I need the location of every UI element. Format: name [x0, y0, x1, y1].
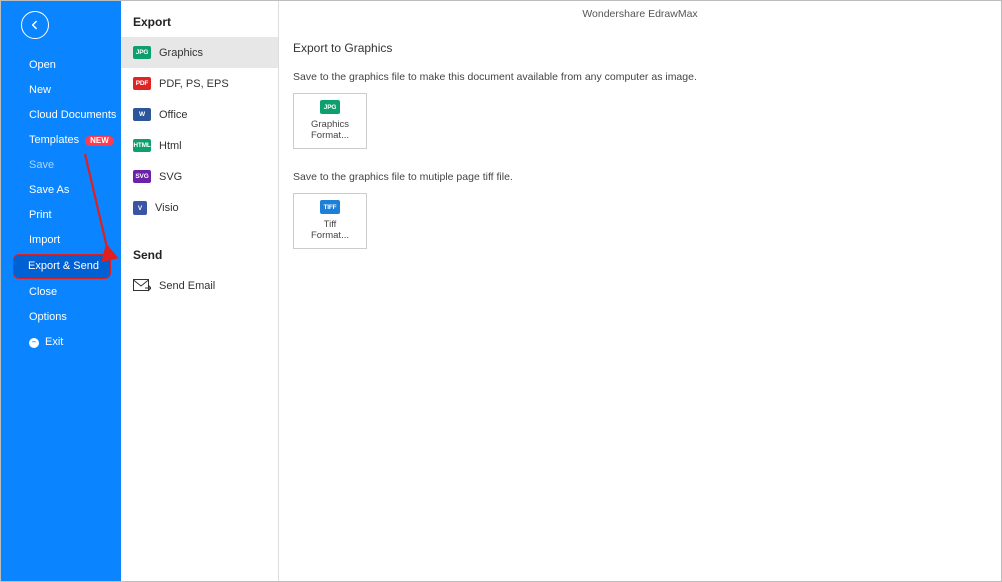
sidebar-item-label: Close	[29, 287, 57, 298]
pdf-icon: PDF	[133, 77, 151, 90]
sidebar-item-label: New	[29, 85, 51, 96]
svg-icon: SVG	[133, 170, 151, 183]
sidebar-item-label: Export & Send	[28, 261, 99, 272]
send-section-title: Send	[121, 224, 278, 270]
exit-icon: –	[29, 338, 39, 348]
sidebar-item-close[interactable]: Close	[1, 280, 121, 305]
back-button[interactable]	[21, 11, 49, 39]
export-item-label: SVG	[159, 171, 182, 183]
sidebar-item-new[interactable]: New	[1, 78, 121, 103]
jpg-icon: JPG	[133, 46, 151, 59]
tiff-icon: TIFF	[320, 200, 340, 214]
sidebar: Open New Cloud Documents Templates NEW S…	[1, 1, 121, 581]
sidebar-item-cloud-documents[interactable]: Cloud Documents	[1, 103, 121, 128]
sidebar-item-label: Save As	[29, 185, 69, 196]
sidebar-item-label: Print	[29, 210, 52, 221]
export-section-title: Export	[121, 1, 278, 37]
export-item-visio[interactable]: V Visio	[121, 192, 278, 224]
send-item-email[interactable]: Send Email	[121, 270, 278, 302]
tiff-format-tile[interactable]: TIFF Tiff Format...	[293, 193, 367, 249]
sidebar-item-label: Cloud Documents	[29, 110, 116, 121]
export-panel: Export JPG Graphics PDF PDF, PS, EPS W O…	[121, 1, 279, 581]
export-item-label: Visio	[155, 202, 179, 214]
export-item-label: PDF, PS, EPS	[159, 78, 229, 90]
sidebar-item-label: Options	[29, 312, 67, 323]
send-item-label: Send Email	[159, 280, 215, 292]
export-item-pdf[interactable]: PDF PDF, PS, EPS	[121, 68, 278, 99]
jpg-icon: JPG	[320, 100, 340, 114]
tiff-description: Save to the graphics file to mutiple pag…	[293, 171, 1001, 183]
sidebar-item-save[interactable]: Save	[1, 153, 121, 178]
sidebar-item-templates[interactable]: Templates NEW	[1, 128, 121, 153]
tile-label: Graphics Format...	[311, 120, 349, 142]
export-item-office[interactable]: W Office	[121, 99, 278, 130]
export-item-graphics[interactable]: JPG Graphics	[121, 37, 278, 68]
sidebar-item-label: Open	[29, 60, 56, 71]
arrow-left-icon	[28, 18, 42, 32]
content-area: Wondershare EdrawMax Export to Graphics …	[279, 1, 1001, 581]
visio-icon: V	[133, 201, 147, 215]
export-item-svg[interactable]: SVG SVG	[121, 161, 278, 192]
export-item-label: Html	[159, 140, 182, 152]
sidebar-item-print[interactable]: Print	[1, 203, 121, 228]
html-icon: HTML	[133, 139, 151, 152]
tile-label: Tiff Format...	[311, 220, 349, 242]
export-item-label: Office	[159, 109, 188, 121]
sidebar-item-exit[interactable]: – Exit	[1, 330, 121, 355]
sidebar-item-save-as[interactable]: Save As	[1, 178, 121, 203]
sidebar-item-label: Save	[29, 160, 54, 171]
sidebar-item-open[interactable]: Open	[1, 53, 121, 78]
content-heading: Export to Graphics	[293, 41, 1001, 55]
export-item-label: Graphics	[159, 47, 203, 59]
graphics-format-tile[interactable]: JPG Graphics Format...	[293, 93, 367, 149]
sidebar-item-import[interactable]: Import	[1, 228, 121, 253]
sidebar-item-label: Import	[29, 235, 60, 246]
sidebar-item-label: Exit	[45, 337, 63, 348]
sidebar-item-export-send[interactable]: Export & Send	[13, 254, 111, 279]
new-badge: NEW	[85, 136, 114, 146]
word-icon: W	[133, 108, 151, 121]
export-item-html[interactable]: HTML Html	[121, 130, 278, 161]
sidebar-item-label: Templates	[29, 135, 79, 146]
email-icon	[133, 279, 151, 293]
graphics-description: Save to the graphics file to make this d…	[293, 71, 1001, 83]
sidebar-item-options[interactable]: Options	[1, 305, 121, 330]
